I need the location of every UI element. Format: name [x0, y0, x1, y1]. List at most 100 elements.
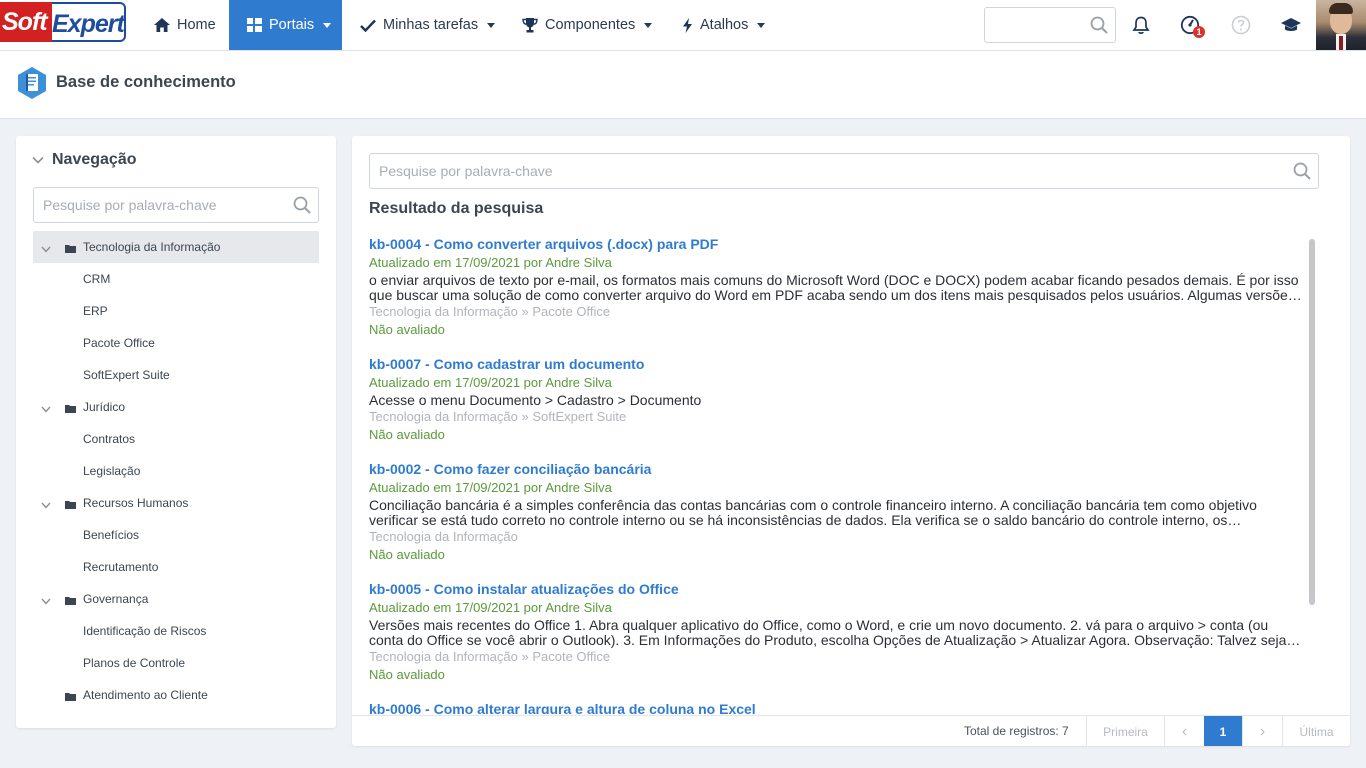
result-rating: Não avaliado — [369, 547, 445, 562]
tree-item-label: Recursos Humanos — [83, 496, 189, 510]
results-scrollbar[interactable] — [1309, 239, 1315, 605]
learning-button[interactable] — [1279, 13, 1303, 37]
tree-child-item[interactable]: Recrutamento — [33, 551, 319, 583]
knowledge-base-icon — [18, 67, 46, 99]
last-page-button[interactable]: Última — [1282, 716, 1350, 746]
result-title-link[interactable]: kb-0006 - Como alterar largura e altura … — [369, 699, 1303, 714]
result-path: Tecnologia da Informação » Pacote Office — [369, 649, 611, 664]
result-title-link[interactable]: kb-0002 - Como fazer conciliação bancári… — [369, 459, 1303, 479]
tree-item-label: Governança — [83, 592, 149, 606]
folder-icon — [65, 501, 76, 509]
nav-home[interactable]: Home — [142, 0, 228, 50]
tree-folder-item[interactable]: Atendimento ao Cliente — [33, 679, 319, 711]
result-item: kb-0007 - Como cadastrar um documento At… — [369, 354, 1303, 444]
result-path: Tecnologia da Informação » Pacote Office — [369, 304, 611, 319]
help-button[interactable] — [1229, 13, 1253, 37]
chevron-down-icon — [41, 406, 51, 413]
result-item: kb-0006 - Como alterar largura e altura … — [369, 699, 1303, 714]
softexpert-logo[interactable]: Soft Expert — [0, 2, 128, 42]
nav-minhas-tarefas[interactable]: Minhas tarefas — [350, 0, 500, 50]
bolt-icon — [683, 17, 692, 33]
check-icon — [360, 19, 376, 32]
nav-home-label: Home — [177, 17, 216, 33]
tree-child-item[interactable]: CRM — [33, 263, 319, 295]
result-updated: Atualizado em 17/09/2021 por Andre Silva — [369, 600, 612, 615]
result-title-link[interactable]: kb-0005 - Como instalar atualizações do … — [369, 579, 1303, 599]
nav-portais[interactable]: Portais — [229, 0, 342, 50]
chevron-down-icon — [41, 502, 51, 509]
nav-componentes[interactable]: Componentes — [512, 0, 662, 50]
navigation-panel: Navegação Pesquise por palavra-chave Tec… — [16, 136, 336, 728]
nav-componentes-label: Componentes — [545, 17, 636, 33]
tree-child-item[interactable]: Planos de Controle — [33, 647, 319, 679]
tree-child-item[interactable]: Identificação de Riscos — [33, 615, 319, 647]
result-description: o enviar arquivos de texto por e-mail, o… — [369, 273, 1299, 303]
result-path: Tecnologia da Informação — [369, 529, 518, 544]
result-item: kb-0004 - Como converter arquivos (.docx… — [369, 234, 1303, 339]
tree-folder-item[interactable]: Governança — [33, 583, 319, 615]
result-updated: Atualizado em 17/09/2021 por Andre Silva — [369, 255, 612, 270]
tree-folder-item[interactable]: Jurídico — [33, 391, 319, 423]
results-search-placeholder: Pesquise por palavra-chave — [379, 163, 553, 179]
tree-item-label: Pacote Office — [83, 336, 155, 350]
nav-atalhos-label: Atalhos — [700, 17, 749, 33]
current-page-button[interactable]: 1 — [1204, 716, 1242, 746]
result-rating: Não avaliado — [369, 667, 445, 682]
nav-minhas-tarefas-label: Minhas tarefas — [383, 17, 479, 33]
navigation-header[interactable]: Navegação — [32, 151, 137, 169]
result-path: Tecnologia da Informação » SoftExpert Su… — [369, 409, 627, 424]
result-title-link[interactable]: kb-0004 - Como converter arquivos (.docx… — [369, 234, 1303, 254]
chevron-down-icon — [323, 22, 332, 28]
next-page-button[interactable]: › — [1242, 716, 1282, 746]
result-rating: Não avaliado — [369, 427, 445, 442]
pagination: Total de registros: 7 Primeira ‹ 1 › Últ… — [352, 715, 1350, 746]
navigation-search-input[interactable]: Pesquise por palavra-chave — [33, 187, 319, 223]
chevron-down-icon — [32, 156, 44, 164]
notifications-button[interactable] — [1129, 13, 1153, 37]
result-title-link[interactable]: kb-0007 - Como cadastrar um documento — [369, 354, 1303, 374]
tree-folder-item[interactable]: Tecnologia da Informação — [33, 231, 319, 263]
tree-item-label: Identificação de Riscos — [83, 624, 207, 638]
search-icon — [1293, 162, 1311, 180]
tree-item-label: ERP — [83, 304, 108, 318]
total-records: Total de registros: 7 — [964, 724, 1069, 738]
tree-child-item[interactable]: Benefícios — [33, 519, 319, 551]
result-item: kb-0002 - Como fazer conciliação bancári… — [369, 459, 1303, 564]
navigation-search-placeholder: Pesquise por palavra-chave — [43, 197, 217, 213]
user-avatar[interactable] — [1316, 0, 1366, 50]
prev-page-button[interactable]: ‹ — [1164, 716, 1204, 746]
chevron-down-icon — [644, 22, 653, 28]
help-icon — [1231, 15, 1251, 35]
bell-icon — [1132, 16, 1150, 34]
first-page-button[interactable]: Primeira — [1086, 716, 1164, 746]
result-updated: Atualizado em 17/09/2021 por Andre Silva — [369, 480, 612, 495]
chevron-down-icon — [487, 22, 496, 28]
tree-child-item[interactable]: Legislação — [33, 455, 319, 487]
tree-item-label: Recrutamento — [83, 560, 159, 574]
tree-child-item[interactable]: Contratos — [33, 423, 319, 455]
nav-portais-label: Portais — [269, 17, 315, 33]
graduation-cap-icon — [1281, 18, 1301, 31]
tree-item-label: Legislação — [83, 464, 141, 478]
tree-child-item[interactable]: ERP — [33, 295, 319, 327]
tree-item-label: Tecnologia da Informação — [83, 240, 221, 254]
result-description: Acesse o menu Documento > Cadastro > Doc… — [369, 393, 702, 408]
tree-item-label: Planos de Controle — [83, 656, 186, 670]
tree-folder-item[interactable]: Recursos Humanos — [33, 487, 319, 519]
chevron-down-icon — [757, 22, 766, 28]
tree-item-label: CRM — [83, 272, 111, 286]
results-search-input[interactable]: Pesquise por palavra-chave — [369, 153, 1319, 189]
nav-atalhos[interactable]: Atalhos — [672, 0, 776, 50]
results-title: Resultado da pesquisa — [369, 200, 544, 217]
chevron-down-icon — [41, 246, 51, 253]
tree-child-item[interactable]: SoftExpert Suite — [33, 359, 319, 391]
navigation-title: Navegação — [52, 151, 137, 168]
tree-item-label: SoftExpert Suite — [83, 368, 170, 382]
tree-item-label: Contratos — [83, 432, 136, 446]
trophy-icon — [522, 17, 538, 32]
logo-soft: Soft — [0, 2, 52, 42]
tree-child-item[interactable]: Pacote Office — [33, 327, 319, 359]
global-search-input[interactable] — [984, 7, 1116, 43]
folder-icon — [65, 405, 76, 413]
home-icon — [154, 18, 170, 32]
